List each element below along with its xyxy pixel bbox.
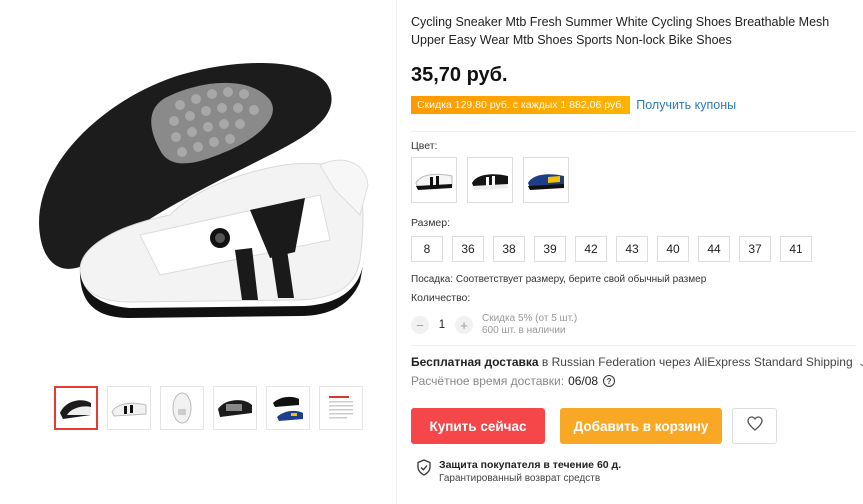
quantity-stepper: − 1 + Скидка 5% (от 5 шт.) 600 шт. в нал… — [411, 313, 577, 337]
thumbnail-6[interactable] — [319, 386, 363, 430]
eta-label: Расчётное время доставки: — [411, 374, 565, 388]
promo-badge: Скидка 129,80 руб. с каждых 1 882,06 руб… — [411, 96, 631, 114]
thumbnail-4[interactable] — [213, 386, 257, 430]
size-option[interactable]: 40 — [657, 236, 689, 262]
buyer-protection: Защита покупателя в течение 60 д. Гарант… — [417, 459, 621, 485]
size-option[interactable]: 8 — [411, 236, 443, 262]
size-options: 8 36 38 39 42 43 40 44 37 41 — [411, 236, 812, 262]
protection-text: Защита покупателя в течение 60 д. Гарант… — [439, 459, 621, 485]
get-coupons-link[interactable]: Получить купоны — [636, 98, 736, 112]
divider — [411, 131, 856, 132]
delivery-estimate: Расчётное время доставки: 06/08 ? — [411, 374, 616, 388]
size-option[interactable]: 39 — [534, 236, 566, 262]
thumbnail-5[interactable] — [266, 386, 310, 430]
color-option-black[interactable] — [467, 157, 513, 203]
color-option-white[interactable] — [411, 157, 457, 203]
buy-now-button[interactable]: Купить сейчас — [411, 408, 545, 444]
product-title: Cycling Sneaker Mtb Fresh Summer White C… — [411, 15, 830, 47]
size-option[interactable]: 36 — [452, 236, 484, 262]
protection-title: Защита покупателя в течение 60 д. — [439, 459, 622, 471]
size-label: Размер: — [411, 217, 451, 229]
quantity-label: Количество: — [411, 292, 471, 304]
protection-subtitle: Гарантированный возврат средств — [439, 473, 601, 484]
product-price: 35,70 руб. — [411, 64, 508, 86]
quantity-info: Скидка 5% (от 5 шт.) 600 шт. в наличии — [482, 313, 577, 337]
free-shipping-label: Бесплатная доставка — [411, 355, 539, 369]
size-option[interactable]: 44 — [698, 236, 730, 262]
divider — [411, 345, 856, 346]
fit-note: Посадка: Соответствует размеру, берите с… — [411, 274, 707, 285]
promo-row: Скидка 129,80 руб. с каждых 1 882,06 руб… — [411, 96, 736, 114]
shipping-info[interactable]: Бесплатная доставка в Russian Federation… — [411, 355, 863, 369]
column-divider — [396, 0, 397, 504]
thumbnail-2[interactable] — [107, 386, 151, 430]
bulk-discount: Скидка 5% (от 5 шт.) — [482, 313, 578, 324]
color-option-blue[interactable] — [523, 157, 569, 203]
color-options — [411, 157, 569, 203]
add-to-cart-button[interactable]: Добавить в корзину — [560, 408, 722, 444]
size-option[interactable]: 38 — [493, 236, 525, 262]
quantity-plus-button[interactable]: + — [455, 316, 473, 334]
shield-icon — [417, 459, 431, 481]
heart-icon — [746, 416, 763, 436]
thumbnail-1[interactable] — [54, 386, 98, 430]
chevron-down-icon: ⌄ — [857, 358, 863, 369]
size-option[interactable]: 41 — [780, 236, 812, 262]
size-option[interactable]: 37 — [739, 236, 771, 262]
thumbnail-strip — [54, 386, 363, 430]
help-icon[interactable]: ? — [603, 375, 616, 387]
size-option[interactable]: 42 — [575, 236, 607, 262]
thumbnail-3[interactable] — [160, 386, 204, 430]
shipping-route: в Russian Federation через AliExpress St… — [538, 355, 853, 369]
main-product-image — [20, 20, 380, 360]
wishlist-button[interactable] — [732, 408, 777, 444]
quantity-value[interactable]: 1 — [429, 319, 455, 331]
eta-date: 06/08 — [568, 374, 599, 388]
size-option[interactable]: 43 — [616, 236, 648, 262]
color-label: Цвет: — [411, 140, 438, 152]
quantity-minus-button[interactable]: − — [411, 316, 429, 334]
stock-count: 600 шт. в наличии — [482, 325, 566, 336]
